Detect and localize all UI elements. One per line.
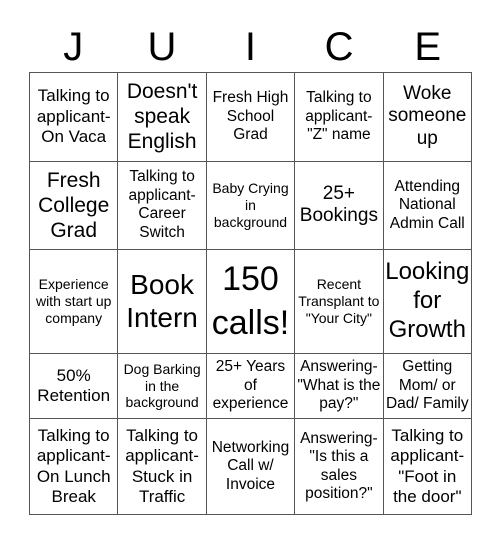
bingo-cell[interactable]: Woke someone up [382, 72, 473, 162]
bingo-cell[interactable]: Talking to applicant- On Lunch Break [28, 418, 119, 515]
bingo-cell[interactable]: Book Intern [117, 249, 207, 354]
bingo-cell[interactable]: Answering- "Is this a sales position?" [294, 418, 384, 515]
bingo-cell[interactable]: 150 calls! [205, 249, 296, 354]
bingo-cell[interactable]: Answering- "What is the pay?" [294, 352, 384, 420]
bingo-grid: Talking to applicant- On Vaca Doesn't sp… [28, 72, 473, 515]
bingo-cell[interactable]: Attending National Admin Call [382, 160, 473, 251]
grid-row: 50% Retention Dog Barking in the backgro… [28, 352, 473, 420]
grid-row: Fresh College Grad Talking to applicant-… [28, 160, 473, 251]
grid-row: Experience with start up company Book In… [28, 249, 473, 354]
bingo-cell[interactable]: Dog Barking in the background [117, 352, 207, 420]
bingo-cell[interactable]: 25+ Bookings [294, 160, 384, 251]
bingo-cell[interactable]: Talking to applicant- Stuck in Traffic [117, 418, 207, 515]
grid-row: Talking to applicant- On Lunch Break Tal… [28, 418, 473, 515]
bingo-cell[interactable]: Recent Transplant to "Your City" [294, 249, 384, 354]
header-letter: C [324, 25, 354, 69]
grid-row: Talking to applicant- On Vaca Doesn't sp… [28, 72, 473, 162]
bingo-cell[interactable]: Experience with start up company [28, 249, 119, 354]
bingo-cell[interactable]: Doesn't speak English [117, 72, 207, 162]
header-letter: I [244, 25, 257, 69]
bingo-cell[interactable]: Talking to applicant- "Foot in the door" [382, 418, 473, 515]
bingo-header: J U I C E [29, 22, 472, 72]
header-letter: J [63, 25, 84, 69]
bingo-cell[interactable]: Talking to applicant- "Z" name [294, 72, 384, 162]
bingo-cell[interactable]: 50% Retention [28, 352, 119, 420]
bingo-cell[interactable]: Baby Crying in background [205, 160, 296, 251]
bingo-cell[interactable]: 25+ Years of experience [205, 352, 296, 420]
bingo-cell[interactable]: Getting Mom/ or Dad/ Family [382, 352, 473, 420]
header-letter: E [414, 25, 442, 69]
bingo-cell[interactable]: Talking to applicant- On Vaca [28, 72, 119, 162]
bingo-cell[interactable]: Talking to applicant- Career Switch [117, 160, 207, 251]
header-letter: U [147, 25, 177, 69]
bingo-cell[interactable]: Networking Call w/ Invoice [205, 418, 296, 515]
bingo-cell[interactable]: Fresh College Grad [28, 160, 119, 251]
bingo-cell[interactable]: Looking for Growth [382, 249, 473, 354]
bingo-cell[interactable]: Fresh High School Grad [205, 72, 296, 162]
